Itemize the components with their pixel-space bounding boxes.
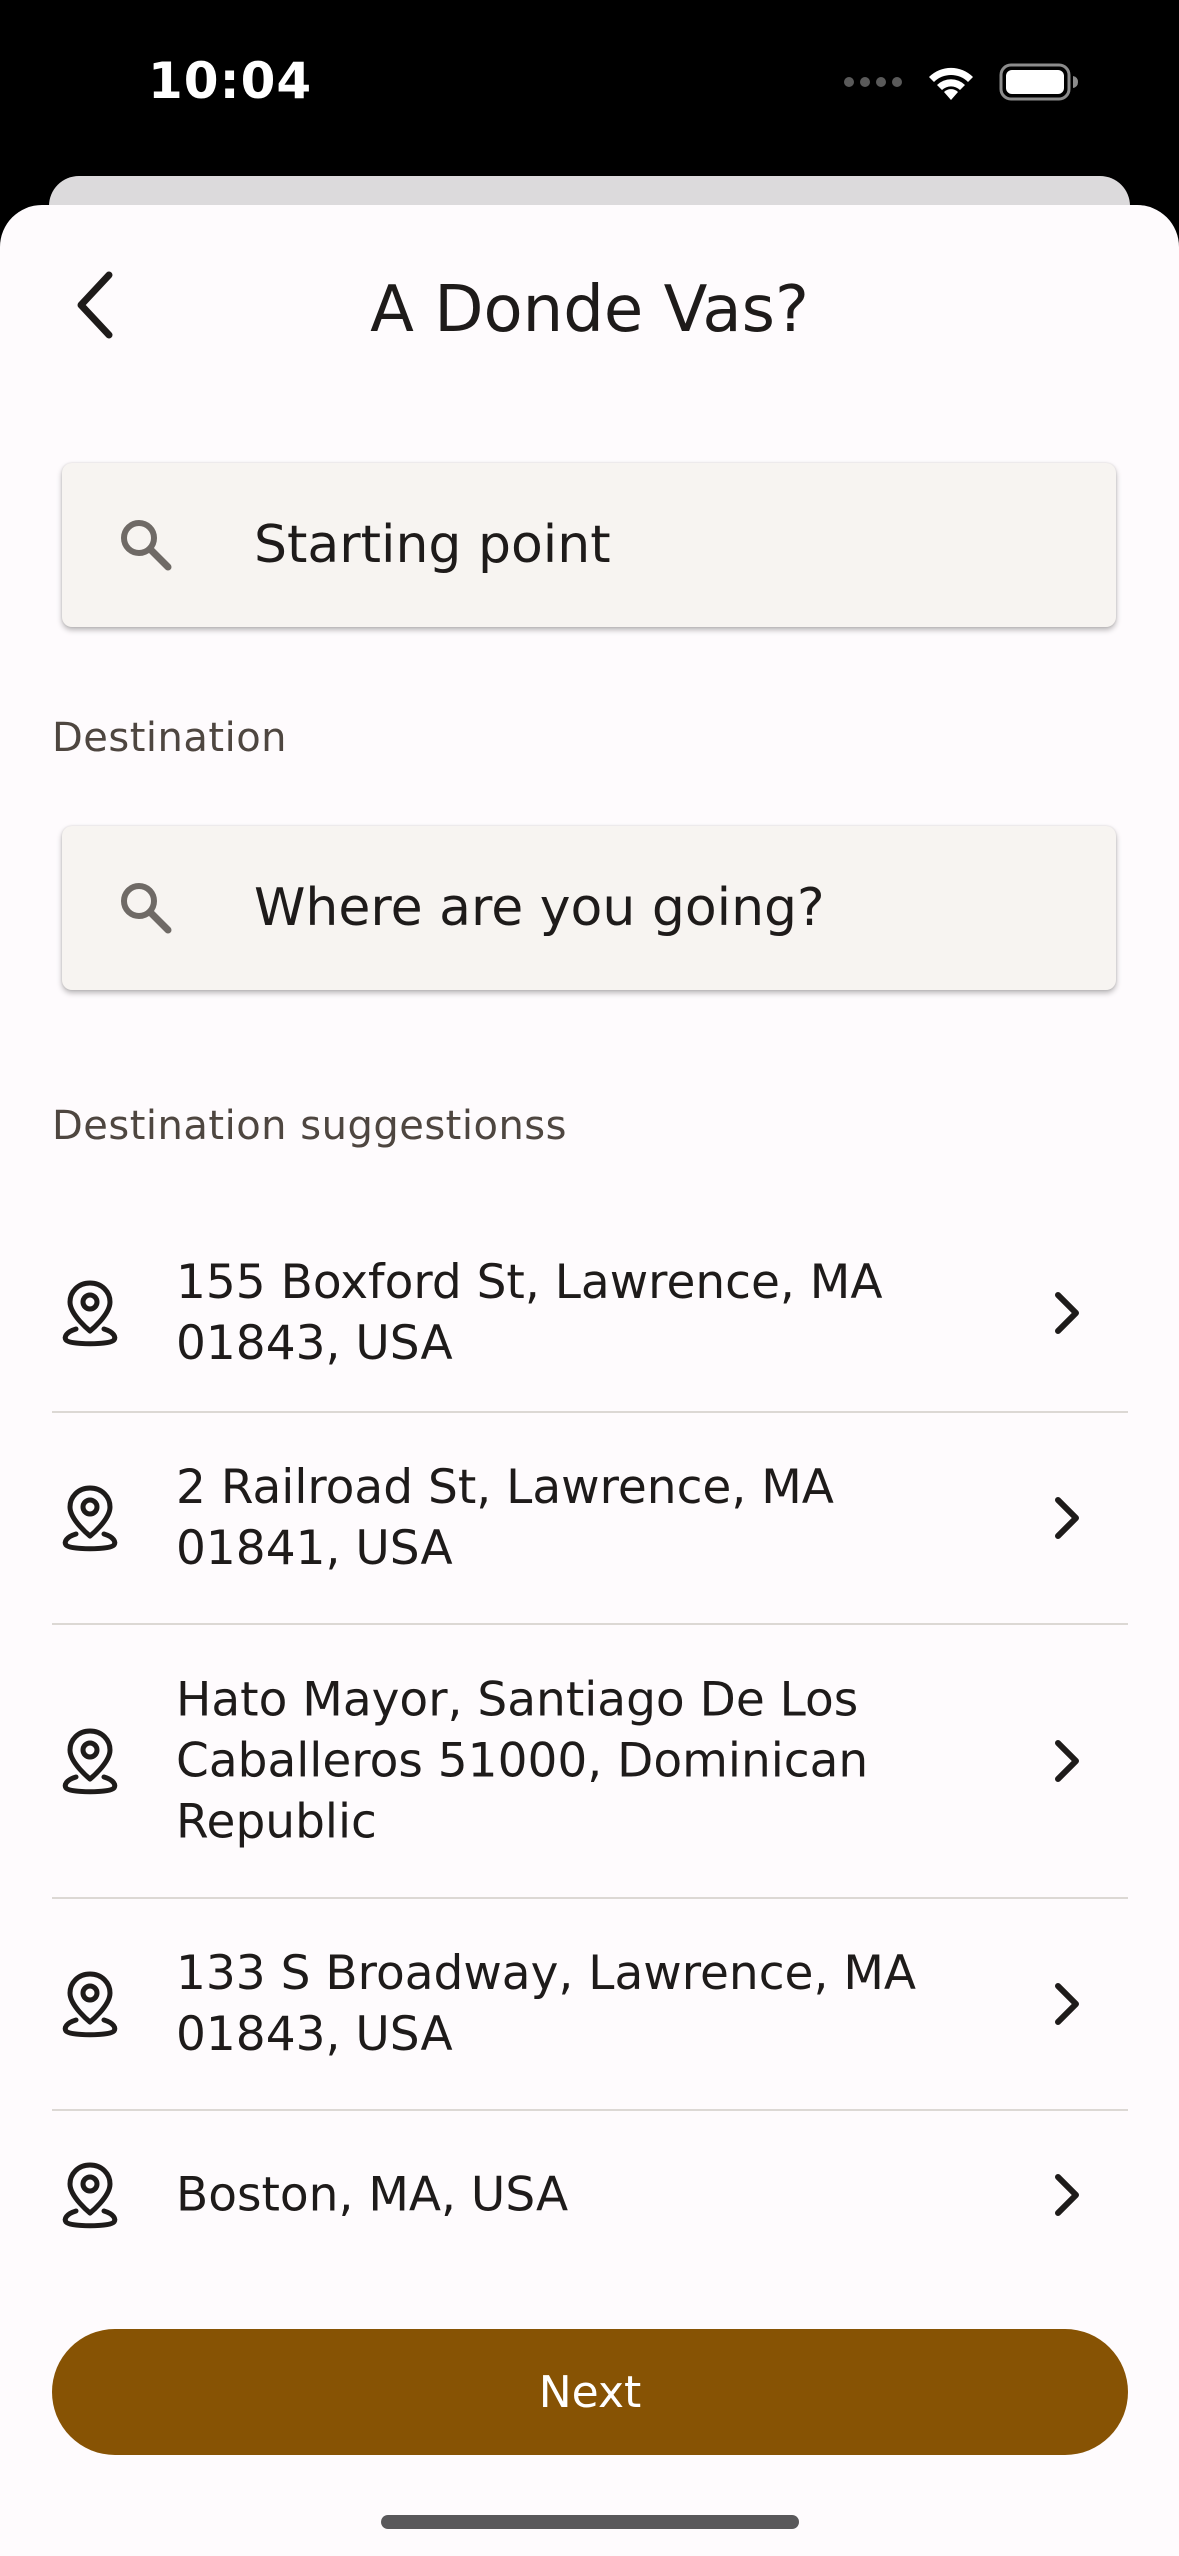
next-button[interactable]: Next	[52, 2329, 1128, 2455]
location-pin-icon	[62, 2162, 118, 2229]
chevron-right-icon	[1055, 1292, 1079, 1334]
status-time: 10:04	[148, 52, 313, 110]
chevron-right-icon	[1055, 1983, 1079, 2025]
search-icon	[121, 883, 172, 934]
location-pin-icon	[62, 1728, 118, 1795]
chevron-right-icon	[1055, 1740, 1079, 1782]
starting-point-field[interactable]	[62, 463, 1116, 627]
location-pin-icon	[62, 1280, 118, 1347]
suggestion-item[interactable]: 133 S Broadway, Lawrence, MA 01843, USA	[52, 1899, 1128, 2109]
location-pin-icon	[62, 1971, 118, 2038]
location-pin-icon	[62, 1485, 118, 1552]
suggestion-item[interactable]: 2 Railroad St, Lawrence, MA 01841, USA	[52, 1413, 1128, 1623]
search-icon	[121, 520, 172, 571]
suggestion-address: Hato Mayor, Santiago De Los Caballeros 5…	[176, 1672, 869, 1850]
suggestions-label: Destination suggestionss	[52, 1103, 567, 1149]
suggestion-address: 155 Boxford St, Lawrence, MA 01843, USA	[176, 1255, 883, 1371]
suggestion-address: Boston, MA, USA	[176, 2167, 569, 2223]
suggestion-address: 2 Railroad St, Lawrence, MA 01841, USA	[176, 1460, 834, 1576]
destination-label: Destination	[52, 715, 288, 761]
cellular-signal-icon	[844, 77, 902, 87]
chevron-right-icon	[1055, 2174, 1079, 2216]
status-bar: 10:04	[0, 0, 1179, 175]
suggestion-item[interactable]: 155 Boxford St, Lawrence, MA 01843, USA	[52, 1215, 1128, 1411]
destination-field[interactable]	[62, 826, 1116, 990]
page-title: A Donde Vas?	[370, 273, 809, 347]
suggestion-item[interactable]: Hato Mayor, Santiago De Los Caballeros 5…	[52, 1625, 1128, 1897]
battery-icon	[999, 63, 1078, 101]
destination-input[interactable]	[254, 826, 1074, 990]
suggestion-address: 133 S Broadway, Lawrence, MA 01843, USA	[176, 1946, 917, 2062]
wifi-icon	[929, 67, 973, 100]
chevron-right-icon	[1055, 1497, 1079, 1539]
starting-point-input[interactable]	[254, 463, 1074, 627]
status-icons	[843, 62, 1079, 102]
suggestion-item[interactable]: Boston, MA, USA	[52, 2111, 1128, 2279]
home-indicator[interactable]	[381, 2515, 799, 2529]
